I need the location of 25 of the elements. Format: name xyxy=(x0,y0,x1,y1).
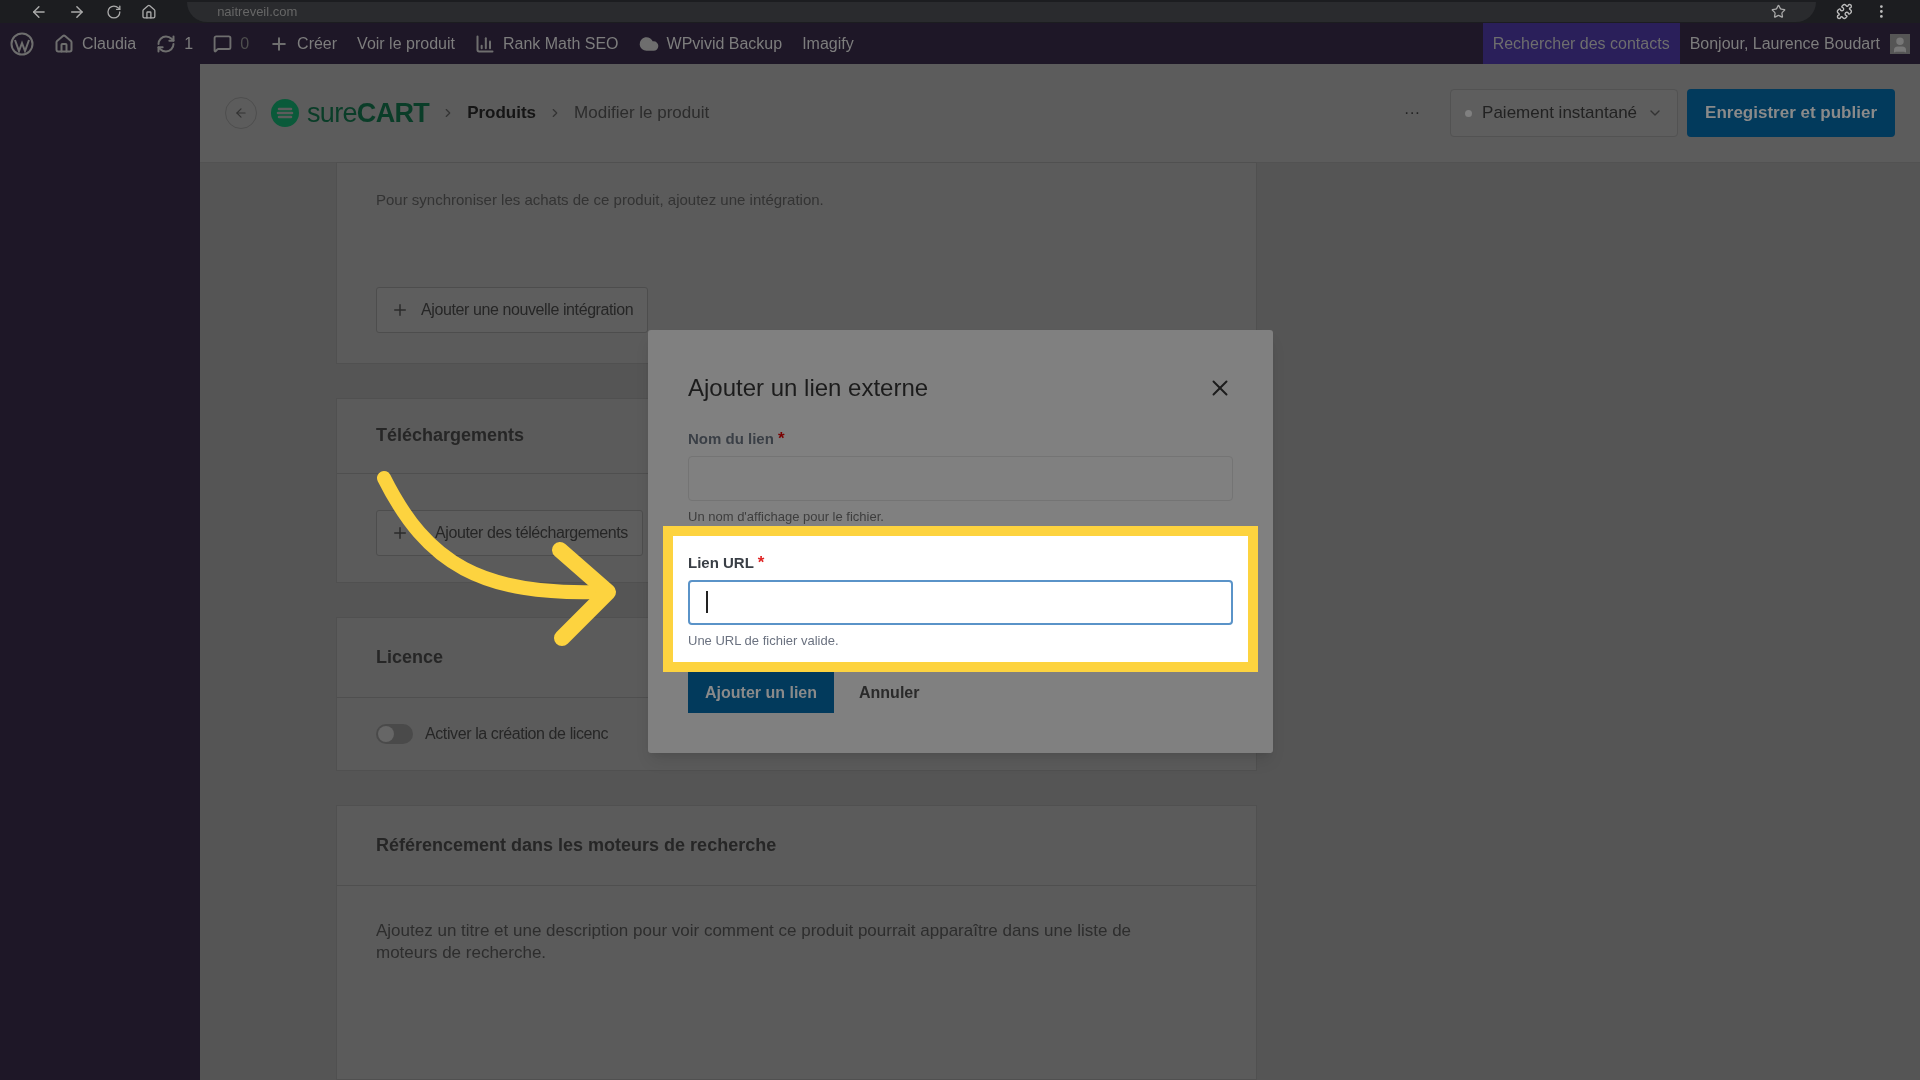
search-contacts-link[interactable]: Rechercher des contacts xyxy=(1482,23,1680,64)
field-hint: Une URL de fichier valide. xyxy=(688,631,840,650)
admin-bar-link[interactable]: Créer xyxy=(297,31,338,56)
add-downloads-button[interactable]: Ajouter des téléchargements xyxy=(376,509,643,556)
url-text: naitreveil.com xyxy=(217,2,298,21)
admin-bar-link[interactable]: 1 xyxy=(184,31,194,56)
admin-bar-link[interactable]: Imagify xyxy=(802,31,854,56)
modal-title: Ajouter un lien externe xyxy=(688,373,929,403)
admin-bar-link[interactable]: Voir le produit xyxy=(357,31,455,56)
address-bar[interactable]: naitreveil.com xyxy=(187,1,1817,22)
admin-bar-link[interactable]: Claudia xyxy=(82,31,137,56)
add-link-button[interactable]: Ajouter un lien xyxy=(688,672,834,713)
field-hint: Un nom d'affichage pour le fichier. xyxy=(688,507,885,526)
surecart-logo: sureCART xyxy=(307,96,430,130)
field-label: Lien URL * xyxy=(688,552,766,574)
greeting-link[interactable]: Bonjour, Laurence Boudart xyxy=(1679,31,1890,56)
publish-button[interactable]: Enregistrer et publier xyxy=(1687,89,1895,137)
admin-bar-link[interactable]: Rank Math SEO xyxy=(502,31,619,56)
admin-bar-link[interactable]: WPvivid Backup xyxy=(666,31,783,56)
more-button[interactable]: ··· xyxy=(1394,101,1431,125)
cancel-button[interactable]: Annuler xyxy=(842,672,937,713)
field-label: Nom du lien * xyxy=(688,428,786,450)
payment-mode-select[interactable]: Paiement instantané xyxy=(1450,89,1679,137)
add-integration-button[interactable]: Ajouter une nouvelle intégration xyxy=(376,286,649,333)
breadcrumb-link[interactable]: Produits xyxy=(467,100,537,126)
